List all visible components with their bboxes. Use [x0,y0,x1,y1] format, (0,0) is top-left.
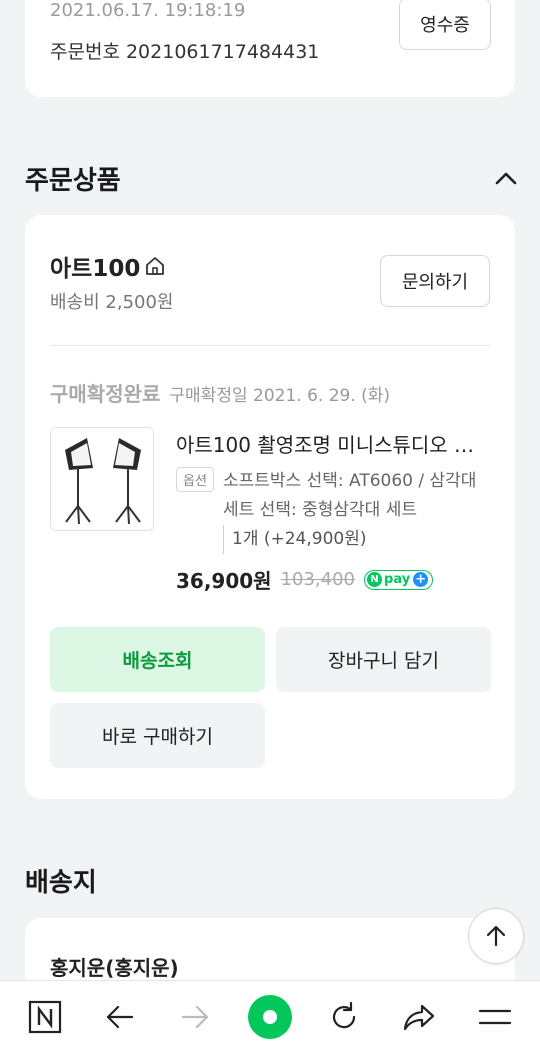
order-number: 주문번호 2021061717484431 [50,41,320,63]
purchase-status: 구매확정완료 [50,382,161,406]
option-text: 소프트박스 선택: AT6060 / 삼각대 세트 선택: 중형삼각대 세트 [223,471,477,520]
price-row: 36,900원 103,400 N pay + [176,565,434,594]
buy-now-button[interactable]: 바로 구매하기 [50,703,265,768]
store-row[interactable]: 아트100 [50,249,166,283]
divider [50,345,490,346]
option-badge: 옵션 [176,467,214,492]
menu-icon[interactable] [473,995,517,1039]
naver-home-icon[interactable] [23,995,67,1039]
status-row: 구매확정완료 구매확정일 2021. 6. 29. (화) [50,378,390,407]
products-section-title: 주문상품 [25,166,121,196]
price: 36,900원 [176,569,272,593]
chevron-up-icon[interactable] [492,166,520,190]
forward-icon[interactable] [173,995,217,1039]
track-delivery-button[interactable]: 배송조회 [50,627,265,692]
original-price: 103,400 [280,569,356,590]
home-icon [146,257,165,275]
npay-badge: N pay + [364,569,434,590]
arrow-up-icon [486,925,506,947]
studio-light-image [51,428,153,530]
store-name[interactable]: 아트100 [50,249,140,283]
recipient-name: 홍지운(홍지운) [50,956,179,980]
order-date: 2021.06.17. 19:18:19 [50,0,246,21]
product-title[interactable]: 아트100 촬영조명 미니스튜디오 조명 세트 [176,429,490,458]
option-quantity: 1개 (+24,900원) [223,525,367,554]
refresh-icon[interactable] [322,995,366,1039]
order-info-card: 2021.06.17. 19:18:19 주문번호 20210617174844… [25,0,515,97]
product-card: 아트100 배송비 2,500원 문의하기 구매확정완료 구매확정일 2021.… [25,215,515,799]
npay-n-icon: N [367,572,383,587]
product-thumbnail[interactable] [50,427,154,531]
inquiry-button[interactable]: 문의하기 [380,255,490,307]
green-dot-icon[interactable] [248,995,292,1039]
add-to-cart-button[interactable]: 장바구니 담기 [276,627,491,692]
plus-icon: + [413,572,429,587]
shipping-fee: 배송비 2,500원 [50,292,174,313]
confirm-date: 구매확정일 2021. 6. 29. (화) [169,386,391,406]
shipping-section-title: 배송지 [25,868,97,898]
back-icon[interactable] [98,995,142,1039]
receipt-button[interactable]: 영수증 [399,0,491,50]
scroll-to-top-button[interactable] [468,908,524,964]
bottom-nav-bar [0,980,540,1053]
npay-label: pay [384,572,411,587]
share-icon[interactable] [397,995,441,1039]
